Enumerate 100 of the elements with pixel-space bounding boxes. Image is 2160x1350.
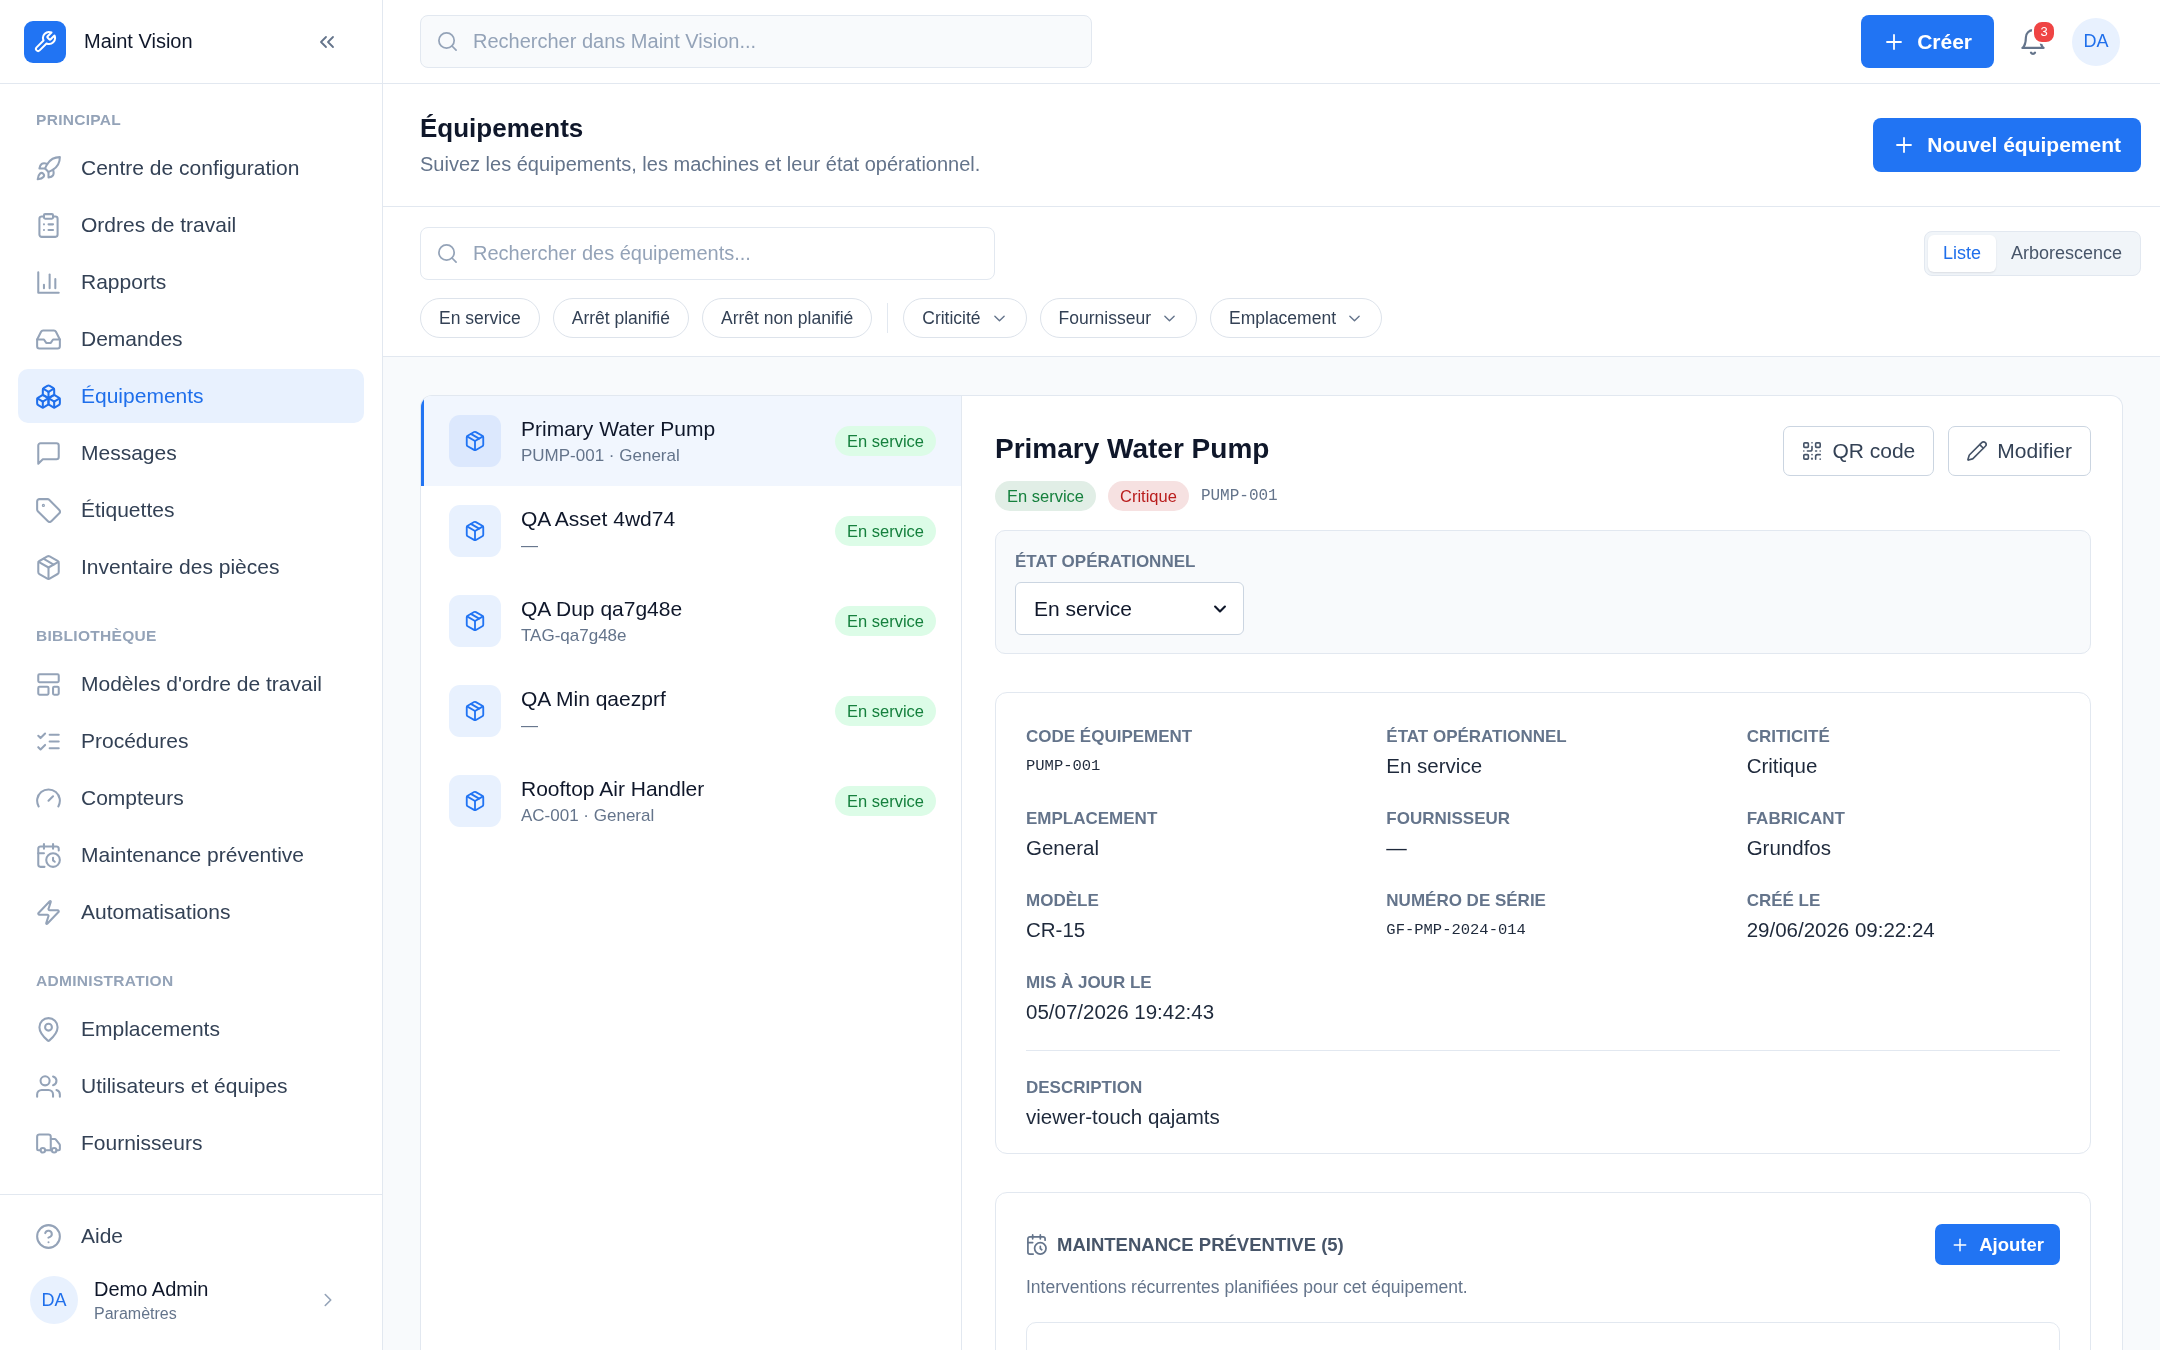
field-value: 29/06/2026 09:22:24 [1746,917,1935,943]
calendar-clock-icon [36,842,61,868]
field-value: PUMP-001 [1026,756,1101,777]
asset-name: QA Min qaezprf [521,686,666,711]
bell-icon[interactable] [2020,28,2046,55]
status-tag: En service [834,426,936,456]
sidebar-item[interactable]: Maintenance préventive [18,828,364,882]
sidebar-item[interactable]: Automatisations [18,885,364,939]
sidebar-item[interactable]: Emplacements [18,1002,364,1056]
section-description: Interventions récurrentes planifiées pour cet équipement. [1026,1277,1468,1298]
status-tag: En service [834,606,936,636]
field-label: DESCRIPTION [1026,1077,1143,1099]
page-subtitle: Suivez les équipements, les machines et leur état opérationnel. [420,152,981,177]
search-icon [437,243,458,264]
sidebar-item[interactable]: Centre de configuration [18,141,364,195]
filter-dropdown[interactable]: Criticité [903,298,1027,338]
description-text: viewer-touch qajamts [1026,1104,1220,1130]
status-select[interactable]: En service [1015,582,1244,635]
field-value: — [1386,835,1407,861]
status-tag: Critique [1108,481,1189,511]
sidebar-item[interactable]: Utilisateurs et équipes [18,1059,364,1113]
asset-list-item[interactable]: QA Asset 4wd74 — En service [421,486,961,576]
tag-icon [36,497,61,523]
field-value: Critique [1746,753,1818,779]
section-heading: BIBLIOTHÈQUE [35,626,158,646]
asset-name: QA Dup qa7g48e [521,596,683,621]
field-value: En service [1386,753,1483,779]
filter-chip[interactable]: Arrêt planifié [552,298,689,338]
field-value: Grundfos [1746,835,1831,861]
clipboard-icon [36,212,61,238]
sidebar-item[interactable]: Inventaire des pièces [18,540,364,594]
map-pin-icon [36,1016,61,1042]
equipment-title: Primary Water Pump [995,432,1271,466]
rocket-icon [36,155,61,181]
box-icon [449,595,501,647]
asset-list-item[interactable]: QA Min qaezprf — En service [421,666,961,756]
status-tag: En service [834,786,936,816]
equipment-code: PUMP-001 [1200,487,1278,505]
sidebar-item[interactable]: Ordres de travail [18,198,364,252]
user-avatar[interactable]: DA [2072,17,2120,66]
asset-meta: AC-001 · General [521,805,655,826]
field-label: CRITICITÉ [1746,726,1830,748]
help-link[interactable]: Aide [18,1209,364,1263]
app-name: Maint Vision [84,30,193,53]
new-equipment-button[interactable]: Nouvel équipement [1873,118,2141,172]
add-button[interactable]: Ajouter [1935,1224,2060,1265]
inbox-icon [36,326,61,352]
create-button[interactable]: Créer [1861,15,1994,68]
global-search-field[interactable]: Rechercher dans Maint Vision... [420,15,1092,68]
equipment-search-field[interactable]: Rechercher des équipements... [420,227,995,280]
field-label: FOURNISSEUR [1386,808,1511,830]
filter-chip[interactable]: Arrêt non planifié [701,298,873,338]
edit-button[interactable]: Modifier [1948,426,2091,476]
search-icon [437,31,458,52]
filter-dropdown[interactable]: Fournisseur [1039,298,1197,338]
asset-meta: — [521,715,538,736]
asset-name: Primary Water Pump [521,416,716,441]
view-tab[interactable]: Liste [1927,235,1996,272]
view-tab[interactable]: Arborescence [1995,235,2137,272]
field-label: FABRICANT [1746,808,1845,830]
asset-list-item[interactable]: QA Dup qa7g48e TAG-qa7g48e En service [421,576,961,666]
help-icon [36,1223,61,1249]
field-value: General [1026,835,1099,861]
box-icon [36,554,61,580]
status-tag: En service [834,516,936,546]
qr-code-icon [1802,441,1823,461]
asset-meta: TAG-qa7g48e [521,625,627,646]
cubes-icon [36,383,61,409]
speech-bubble-icon [36,440,61,466]
box-icon [449,685,501,737]
sidebar-item[interactable]: Rapports [18,255,364,309]
sidebar-item[interactable]: Équipements [18,369,364,423]
sidebar-item[interactable]: Étiquettes [18,483,364,537]
asset-meta: PUMP-001 · General [521,445,680,466]
sidebar-item[interactable]: Procédures [18,714,364,768]
sidebar-item[interactable]: Compteurs [18,771,364,825]
qr-code-button[interactable]: QR code [1783,426,1935,476]
asset-list-item[interactable]: Rooftop Air Handler AC-001 · General En service [421,756,961,846]
field-value: CR-15 [1026,917,1086,943]
section-heading: PRINCIPAL [35,110,123,130]
asset-meta: — [521,535,538,556]
wrench-logo-icon [24,20,66,63]
user-avatar[interactable]: DA [30,1276,78,1324]
settings-link[interactable]: Paramètres [94,1304,209,1323]
section-heading: ADMINISTRATION [35,971,175,991]
sidebar-item[interactable]: Modèles d'ordre de travail [18,657,364,711]
page-title: Équipements [420,112,585,144]
asset-list-item[interactable]: Primary Water Pump PUMP-001 · General En service [421,396,961,486]
box-icon [449,505,501,557]
status-tag: En service [834,696,936,726]
sidebar-item[interactable]: Messages [18,426,364,480]
section-title: MAINTENANCE PRÉVENTIVE (5) [1057,1233,1344,1256]
sidebar-item[interactable]: Demandes [18,312,364,366]
field-label: EMPLACEMENT [1026,808,1158,830]
filter-dropdown[interactable]: Emplacement [1210,298,1382,338]
people-icon [36,1073,61,1099]
filter-chip[interactable]: En service [420,298,540,338]
field-label: NUMÉRO DE SÉRIE [1386,890,1546,912]
status-tag: En service [995,481,1097,511]
sidebar-item[interactable]: Fournisseurs [18,1116,364,1170]
